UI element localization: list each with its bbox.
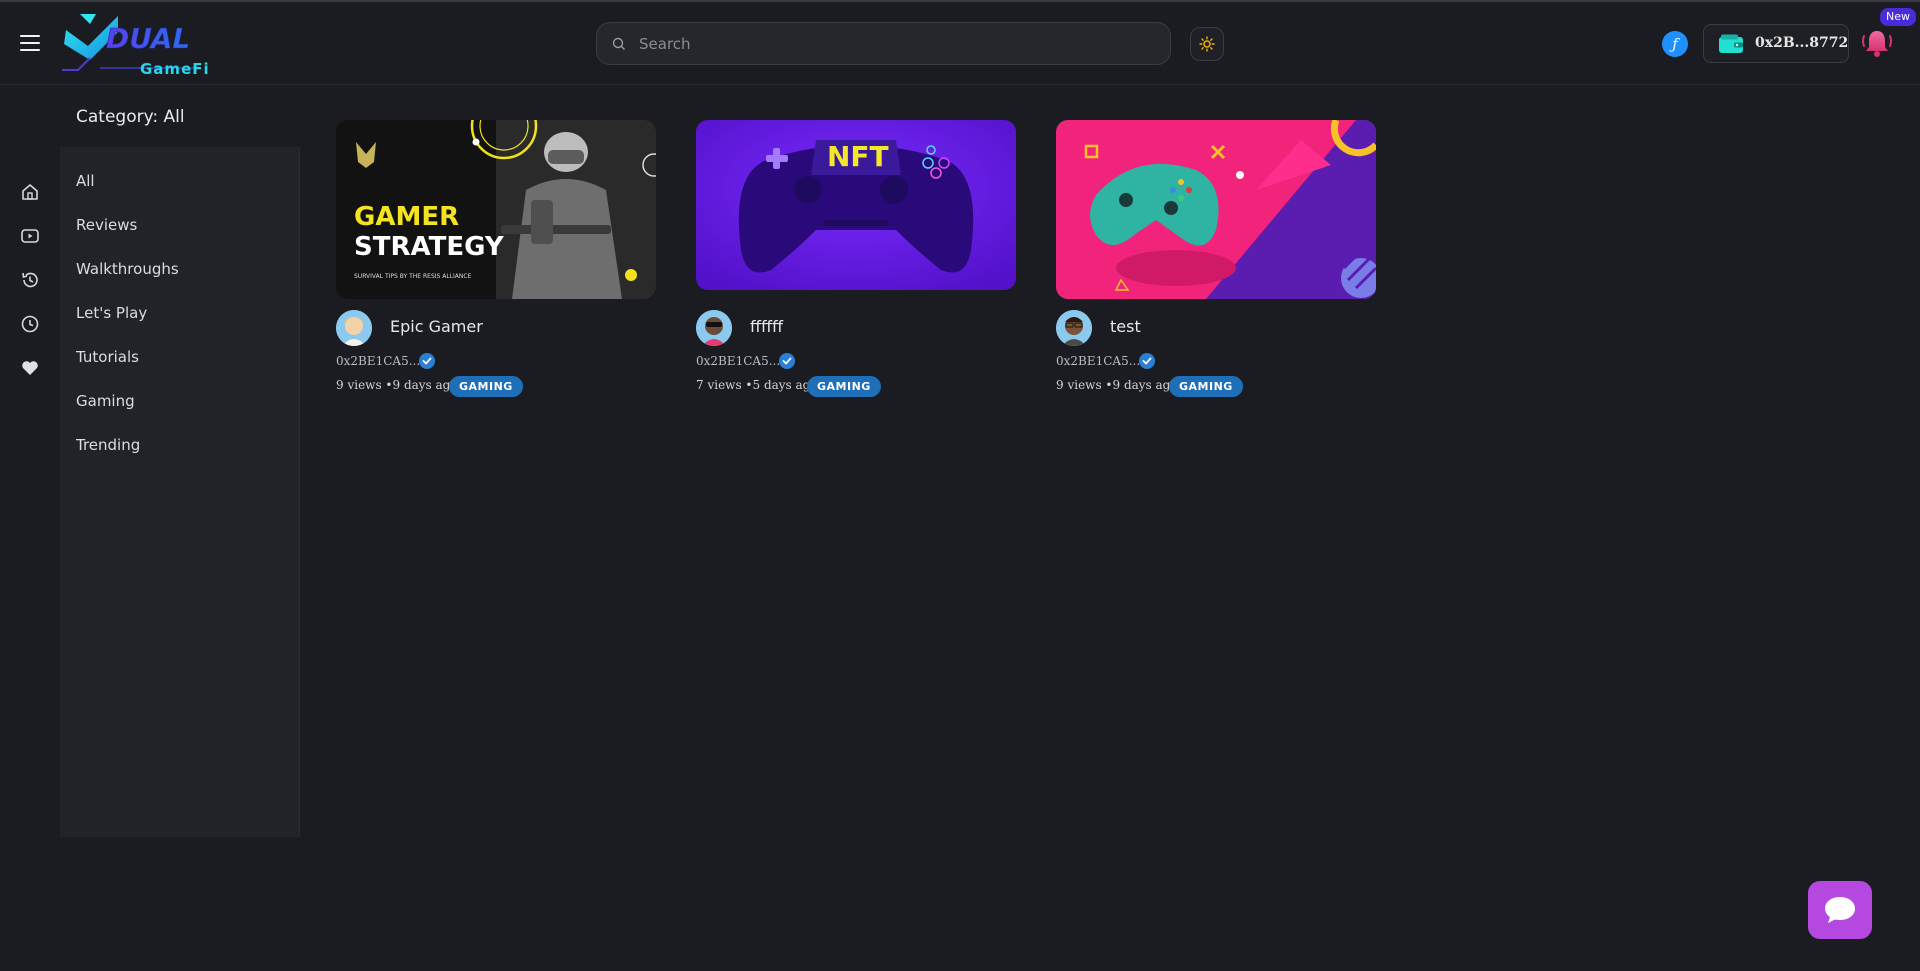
wallet-icon xyxy=(1719,34,1743,53)
menu-icon[interactable] xyxy=(20,35,40,51)
theme-toggle-button[interactable] xyxy=(1190,27,1224,61)
channel-address: 0x2BE1CA5... xyxy=(696,354,781,368)
category-item-gaming[interactable]: Gaming xyxy=(76,392,135,410)
wallet-button[interactable]: 0x2B...8772 xyxy=(1703,24,1849,63)
video-meta: 9 views •9 days ago xyxy=(336,378,458,392)
sun-icon xyxy=(1199,36,1215,52)
video-thumbnail[interactable]: NFT xyxy=(696,120,1016,290)
chat-button[interactable] xyxy=(1808,881,1872,939)
new-badge: New xyxy=(1880,8,1916,26)
channel-avatar[interactable] xyxy=(1056,310,1092,346)
svg-text:NFT: NFT xyxy=(827,140,889,173)
category-item-tutorials[interactable]: Tutorials xyxy=(76,348,139,366)
category-title: Category: All xyxy=(60,85,300,147)
category-item-walkthroughs[interactable]: Walkthroughs xyxy=(76,260,179,278)
video-title[interactable]: Epic Gamer xyxy=(390,317,483,336)
video-card[interactable]: NFT ffffff 0x2BE1CA5... 7 views •5 days … xyxy=(696,120,1016,420)
history-icon[interactable] xyxy=(19,269,41,291)
video-title[interactable]: test xyxy=(1110,317,1141,336)
svg-text:GAMER: GAMER xyxy=(354,202,459,232)
svg-text:SURVIVAL TIPS BY THE RESIS ALL: SURVIVAL TIPS BY THE RESIS ALLIANCE xyxy=(354,273,472,280)
thumbnail-text: NFT xyxy=(827,140,889,173)
category-item-reviews[interactable]: Reviews xyxy=(76,216,137,234)
video-meta: 7 views •5 days ago xyxy=(696,378,818,392)
category-panel: Category: All All Reviews Walkthroughs L… xyxy=(60,85,300,837)
category-tag[interactable]: GAMING xyxy=(807,376,881,397)
channel-avatar[interactable] xyxy=(336,310,372,346)
video-thumbnail[interactable] xyxy=(1056,120,1376,299)
clock-icon[interactable] xyxy=(19,313,41,335)
video-meta: 9 views •9 days ago xyxy=(1056,378,1178,392)
channel-address: 0x2BE1CA5... xyxy=(336,354,421,368)
svg-text:DUAL: DUAL xyxy=(106,22,190,55)
chat-bubble-icon xyxy=(1825,897,1855,923)
category-tag[interactable]: GAMING xyxy=(449,376,523,397)
category-tag[interactable]: GAMING xyxy=(1169,376,1243,397)
search-input[interactable] xyxy=(639,31,1149,57)
home-icon[interactable] xyxy=(19,181,41,203)
verified-icon xyxy=(1139,353,1155,369)
verified-icon xyxy=(779,353,795,369)
top-header: DUAL GameFi ƒ 0x2 xyxy=(0,2,1920,85)
category-item-lets-play[interactable]: Let's Play xyxy=(76,304,147,322)
category-item-all[interactable]: All xyxy=(76,172,95,190)
wallet-address: 0x2B...8772 xyxy=(1755,35,1849,51)
verified-icon xyxy=(419,353,435,369)
heart-icon[interactable] xyxy=(19,357,41,379)
video-card[interactable]: test 0x2BE1CA5... 9 views •9 days ago GA… xyxy=(1056,120,1376,420)
video-card[interactable]: GAMER STRATEGY SURVIVAL TIPS BY THE RESI… xyxy=(336,120,656,420)
svg-text:STRATEGY: STRATEGY xyxy=(354,232,505,262)
fantom-token-icon[interactable]: ƒ xyxy=(1662,31,1688,57)
logo-subtitle: GameFi xyxy=(140,60,210,78)
search-bar[interactable] xyxy=(596,22,1171,65)
category-item-trending[interactable]: Trending xyxy=(76,436,140,454)
channel-avatar[interactable] xyxy=(696,310,732,346)
video-icon[interactable] xyxy=(19,225,41,247)
search-icon xyxy=(612,37,625,50)
video-thumbnail[interactable]: GAMER STRATEGY SURVIVAL TIPS BY THE RESI… xyxy=(336,120,656,299)
logo-wordmark: DUAL xyxy=(106,22,191,56)
channel-address: 0x2BE1CA5... xyxy=(1056,354,1141,368)
notification-bell-icon[interactable] xyxy=(1860,26,1894,60)
video-title[interactable]: ffffff xyxy=(750,317,783,336)
